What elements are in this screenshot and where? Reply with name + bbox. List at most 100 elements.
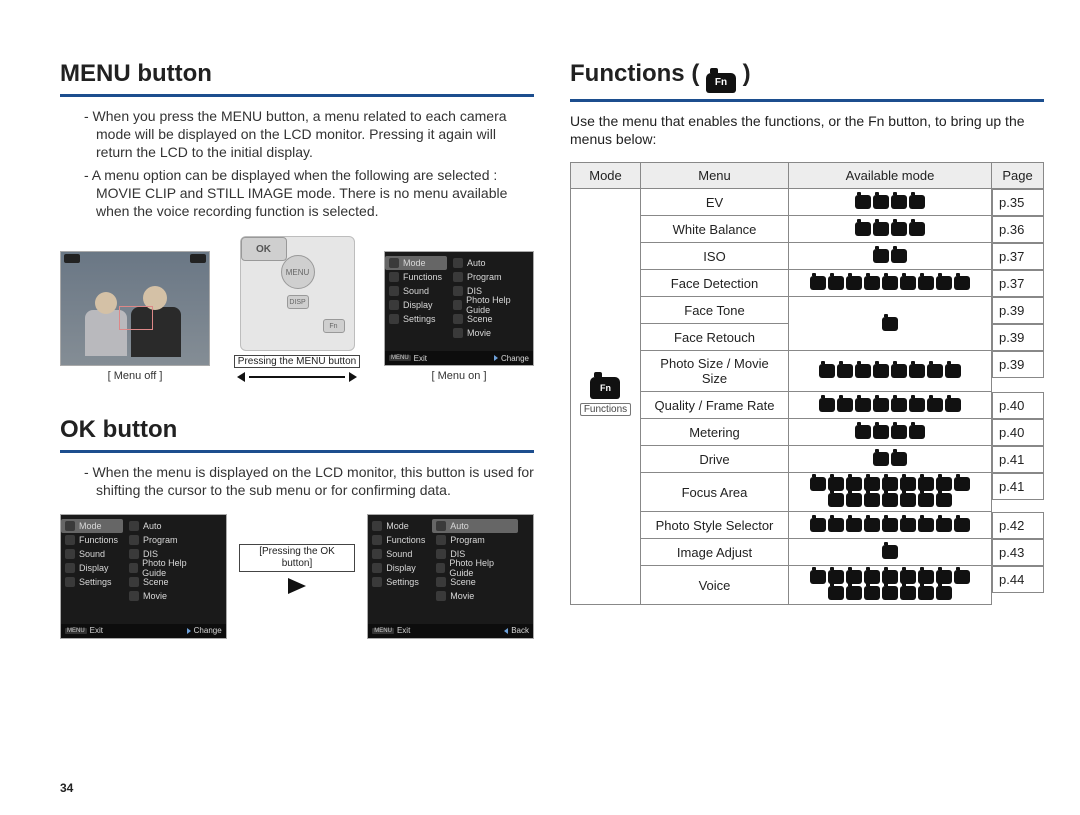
left-column: MENU button - When you press the MENU bu… (60, 60, 534, 639)
mode-icon (891, 249, 907, 263)
mode-icon (936, 477, 952, 491)
mode-icon (846, 518, 862, 532)
mode-icon (837, 364, 853, 378)
menu-cell: EV (641, 188, 789, 216)
mode-icon (891, 425, 907, 439)
mode-icon (828, 493, 844, 507)
menu-item: Sound (385, 284, 447, 298)
available-mode-cell (789, 473, 992, 512)
available-mode-cell (789, 243, 992, 270)
mode-icon (864, 276, 880, 290)
table-row: Drivep.41 (571, 446, 1044, 473)
mode-icon-strip (808, 518, 973, 532)
mode-icon (882, 493, 898, 507)
mode-icon (909, 364, 925, 378)
arrow-right-icon (239, 578, 356, 594)
mode-icon (945, 398, 961, 412)
menu-cell: Drive (641, 446, 789, 473)
mode-icon (900, 276, 916, 290)
menu-left-list: Mode Functions Sound Display Settings (385, 256, 447, 326)
mode-icon (873, 249, 889, 263)
ok-button-text: - When the menu is displayed on the LCD … (60, 463, 534, 499)
available-mode-cell (789, 392, 992, 419)
mode-icon (927, 364, 943, 378)
mode-icon (819, 398, 835, 412)
menu-cell: Photo Size / Movie Size (641, 351, 789, 392)
mode-icon (864, 518, 880, 532)
fn-camera-icon: Fn (590, 377, 620, 399)
mode-icon (918, 276, 934, 290)
mode-icon (882, 477, 898, 491)
table-row: Voicep.44 (571, 566, 1044, 605)
mode-icon-strip (808, 276, 973, 290)
available-mode-cell (789, 351, 992, 392)
page-cell: p.39 (992, 297, 1044, 324)
available-mode-cell (789, 297, 992, 351)
fn-camera-icon: Fn (706, 73, 736, 93)
mode-icon (828, 276, 844, 290)
menu-item: Mode (385, 256, 447, 270)
th-page: Page (992, 162, 1044, 188)
caption-menu-off: [ Menu off ] (108, 370, 163, 382)
mode-icon (855, 364, 871, 378)
rule (60, 94, 534, 97)
mode-icon (873, 398, 889, 412)
mode-icon (828, 477, 844, 491)
page-cell: p.39 (992, 324, 1044, 351)
mode-icon-strip (808, 249, 973, 263)
rule (570, 99, 1044, 102)
mode-icon (936, 518, 952, 532)
mode-icon (873, 452, 889, 466)
mode-icon (918, 493, 934, 507)
menu-button-text: - When you press the MENU button, a menu… (60, 107, 534, 220)
mode-icon (810, 518, 826, 532)
menu-item: Display (385, 298, 447, 312)
menu-button-icon: MENU (281, 255, 315, 289)
menu-button-heading: MENU button (60, 60, 534, 92)
functions-heading: Functions ( Fn ) (570, 60, 1044, 97)
mode-icon (918, 586, 934, 600)
mode-icon (936, 276, 952, 290)
menu-button-para1: - When you press the MENU button, a menu… (96, 107, 534, 162)
available-mode-cell (789, 446, 992, 473)
mode-icon (882, 276, 898, 290)
mode-icon (936, 570, 952, 584)
menu-item: Program (449, 270, 534, 284)
mode-icon-strip (808, 425, 973, 439)
lcd-menu-on: Mode Functions Sound Display Settings Au… (384, 251, 534, 366)
mode-icon (918, 518, 934, 532)
mode-icon (954, 477, 970, 491)
mode-icon (819, 364, 835, 378)
menu-on-col: Mode Functions Sound Display Settings Au… (384, 251, 534, 382)
mode-icon (882, 545, 898, 559)
right-column: Functions ( Fn ) Use the menu that enabl… (570, 60, 1044, 639)
menu-cell: Voice (641, 566, 789, 605)
mode-icon-strip (808, 317, 973, 331)
available-mode-cell (789, 270, 992, 297)
menu-item: Functions (385, 270, 447, 284)
mode-icon (954, 570, 970, 584)
mode-icon (846, 586, 862, 600)
fn-button-icon: Fn (323, 319, 345, 333)
mode-icon (873, 364, 889, 378)
page-cell: p.41 (992, 473, 1044, 500)
mode-icon-strip (808, 222, 973, 236)
caption-menu-on: [ Menu on ] (431, 370, 486, 382)
lcd-ok-right: Mode Functions Sound Display Settings Au… (367, 514, 534, 639)
mode-icon (900, 586, 916, 600)
page-cell: p.39 (992, 351, 1044, 378)
mode-icon (900, 493, 916, 507)
table-row: Image Adjustp.43 (571, 539, 1044, 566)
mode-icon (954, 276, 970, 290)
menu-cell: Face Tone (641, 297, 789, 324)
menu-right-list: Auto Program DIS Photo Help Guide Scene … (449, 256, 534, 340)
table-row: Photo Style Selectorp.42 (571, 512, 1044, 539)
mode-icon (855, 222, 871, 236)
available-mode-cell (789, 188, 992, 216)
page-cell: p.40 (992, 392, 1044, 419)
mode-icon (909, 195, 925, 209)
available-mode-cell (789, 419, 992, 446)
camera-body-illustration: MENU DISP OK Fn (240, 236, 355, 351)
mode-icon-strip (808, 545, 973, 559)
mode-icon (855, 195, 871, 209)
